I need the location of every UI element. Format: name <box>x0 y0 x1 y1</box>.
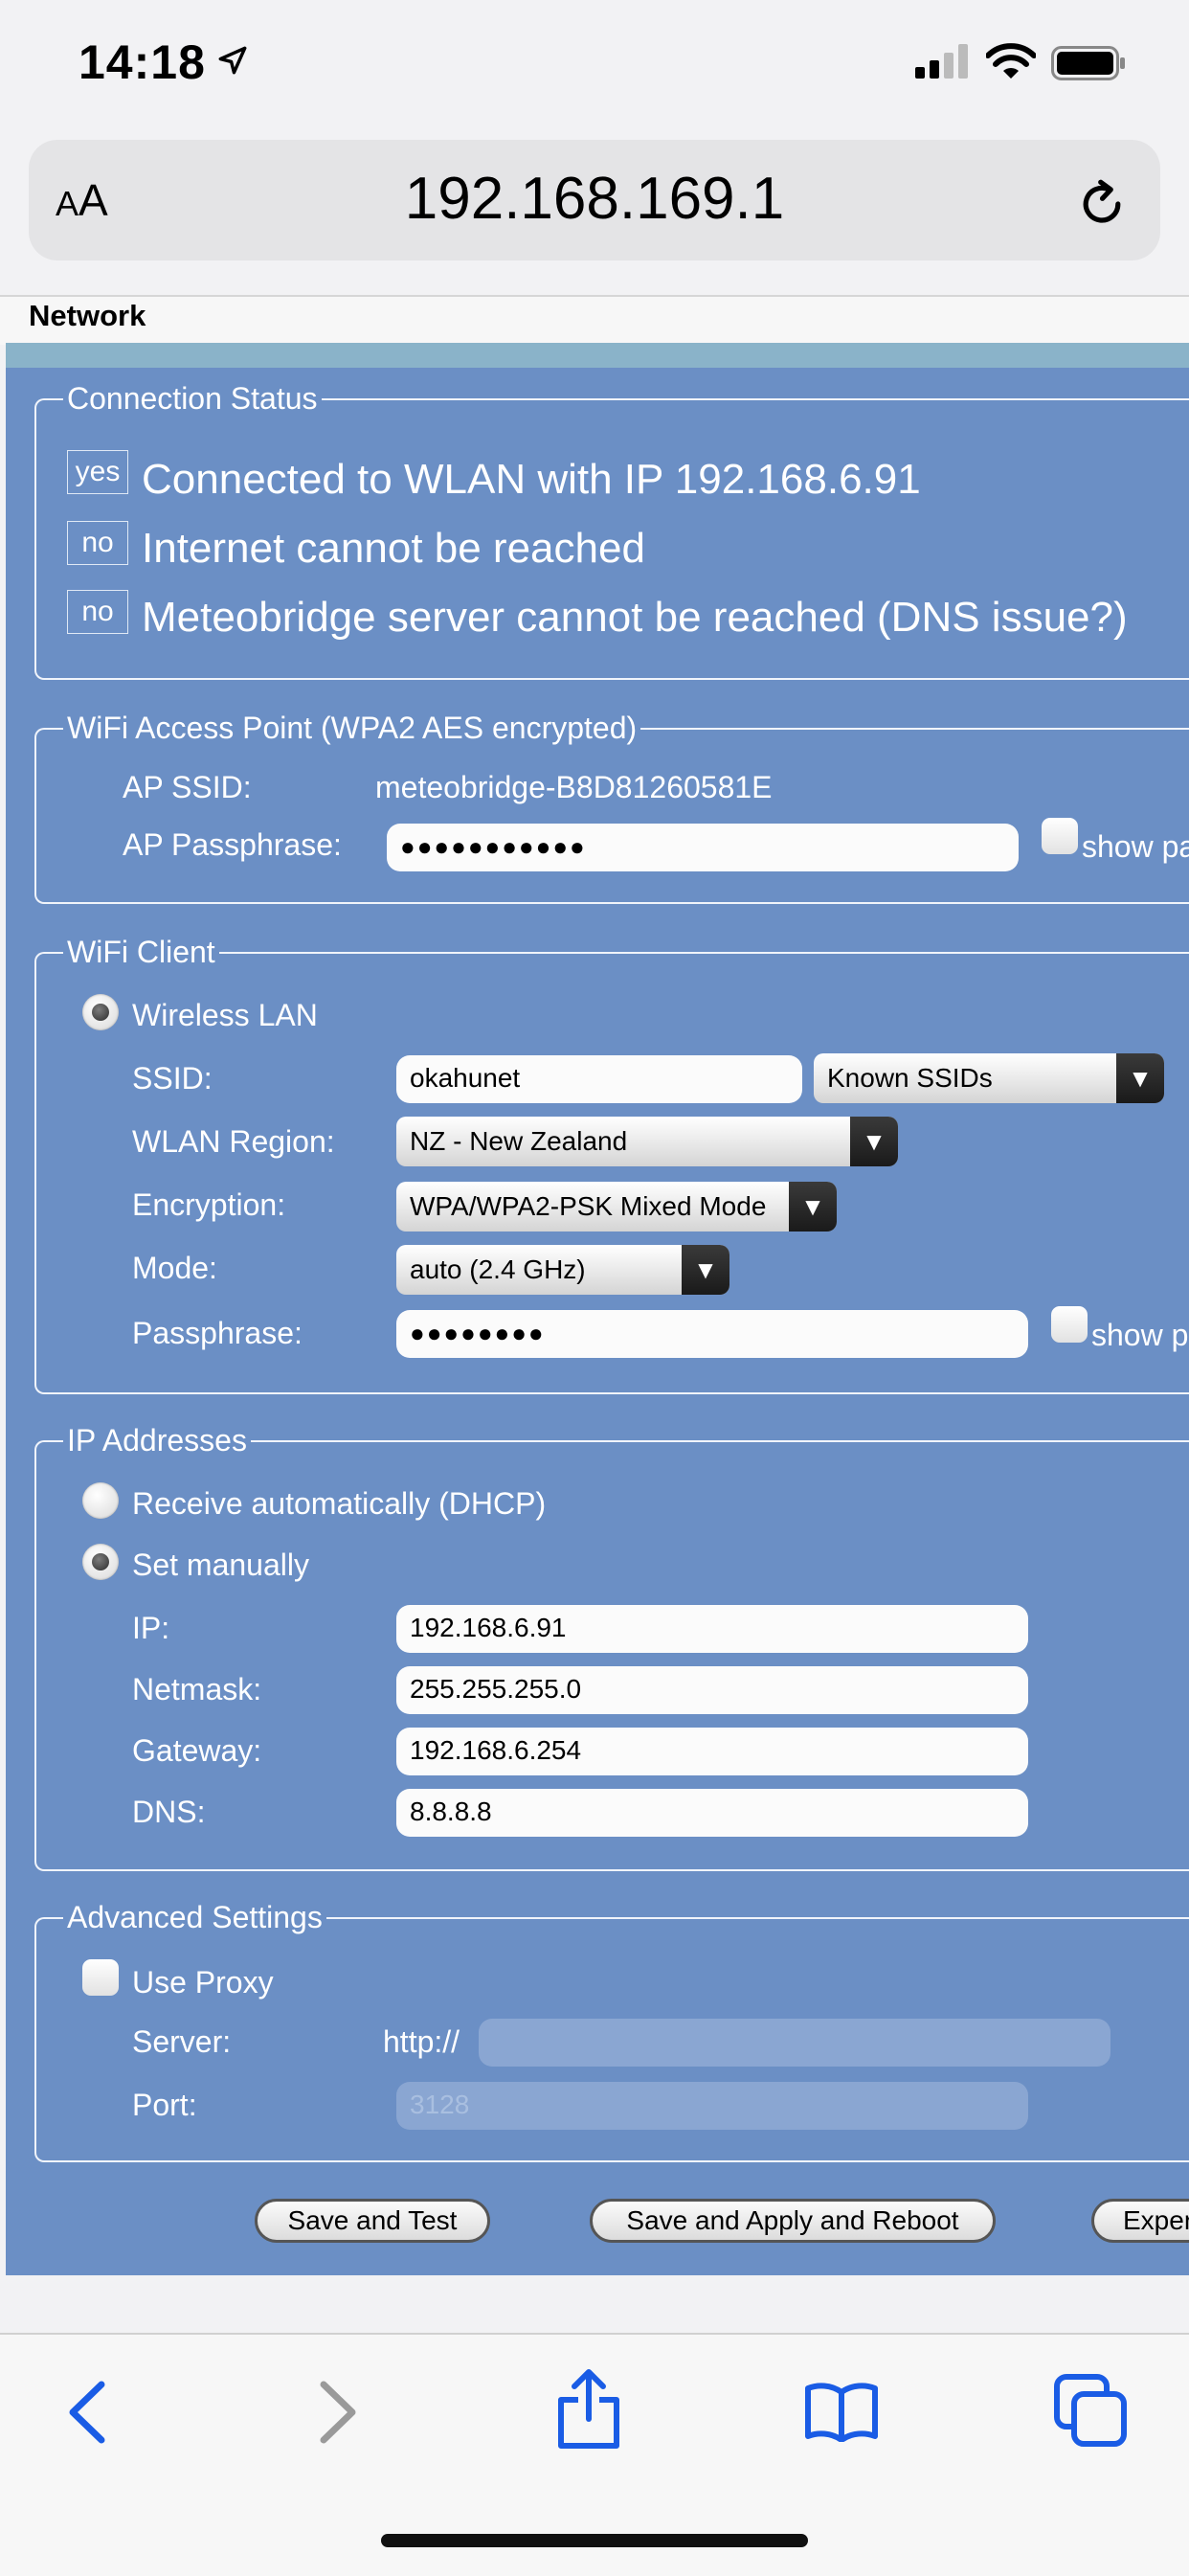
gateway-label: Gateway: <box>132 1733 262 1768</box>
chevron-down-icon: ▼ <box>789 1182 837 1232</box>
back-icon[interactable] <box>65 2381 109 2444</box>
status-text-server: Meteobridge server cannot be reached (DN… <box>142 594 1128 641</box>
page-title: Network <box>29 299 146 332</box>
port-input[interactable]: 3128 <box>396 2082 1028 2130</box>
dns-label: DNS: <box>132 1795 206 1829</box>
gateway-input[interactable]: 192.168.6.254 <box>396 1728 1028 1775</box>
status-text-internet: Internet cannot be reached <box>142 525 645 572</box>
save-apply-reboot-button[interactable]: Save and Apply and Reboot <box>590 2199 996 2243</box>
network-settings-panel: Connection Status yes Connected to WLAN … <box>6 368 1189 2275</box>
status-tag-internet: no <box>67 521 128 565</box>
ap-passphrase-label: AP Passphrase: <box>123 827 342 862</box>
netmask-label: Netmask: <box>132 1672 262 1706</box>
connection-status-legend: Connection Status <box>67 381 318 416</box>
tabs-icon[interactable] <box>1053 2373 1128 2448</box>
port-label: Port: <box>132 2088 197 2122</box>
wifi-icon <box>986 43 1036 79</box>
page-top-bar <box>6 343 1189 368</box>
show-passphrase-checkbox[interactable] <box>1051 1306 1088 1343</box>
expert-button[interactable]: Exper <box>1091 2199 1189 2243</box>
forward-icon[interactable] <box>316 2381 360 2444</box>
netmask-input[interactable]: 255.255.255.0 <box>396 1666 1028 1714</box>
access-point-legend: WiFi Access Point (WPA2 AES encrypted) <box>67 711 638 745</box>
ap-show-passphrase-checkbox[interactable] <box>1042 818 1078 854</box>
known-ssids-select[interactable]: Known SSIDs ▼ <box>814 1053 1164 1103</box>
dhcp-label: Receive automatically (DHCP) <box>132 1486 547 1521</box>
advanced-settings-legend: Advanced Settings <box>67 1900 323 1934</box>
access-point-fieldset: WiFi Access Point (WPA2 AES encrypted) <box>34 711 1189 904</box>
wifi-client-legend: WiFi Client <box>67 935 215 969</box>
ap-show-passphrase-label: show pa <box>1082 829 1189 864</box>
wlan-region-label: WLAN Region: <box>132 1124 335 1159</box>
ip-label: IP: <box>132 1611 170 1645</box>
status-tag-server: no <box>67 590 128 634</box>
passphrase-label: Passphrase: <box>132 1316 303 1350</box>
dhcp-radio[interactable] <box>82 1482 119 1519</box>
wireless-lan-label: Wireless LAN <box>132 998 318 1032</box>
ap-ssid-label: AP SSID: <box>123 770 252 804</box>
share-icon[interactable] <box>555 2367 622 2450</box>
use-proxy-label: Use Proxy <box>132 1965 274 2000</box>
cellular-signal-icon <box>915 44 968 79</box>
chevron-down-icon: ▼ <box>682 1245 729 1295</box>
server-input[interactable] <box>479 2019 1110 2067</box>
location-arrow-icon <box>218 46 247 75</box>
home-indicator <box>381 2534 808 2547</box>
server-prefix: http:// <box>383 2024 460 2059</box>
status-tag-wlan: yes <box>67 450 128 494</box>
page-header <box>0 295 1189 345</box>
set-manually-radio[interactable] <box>82 1544 119 1580</box>
server-label: Server: <box>132 2024 232 2059</box>
save-and-test-button[interactable]: Save and Test <box>255 2199 490 2243</box>
ssid-label: SSID: <box>132 1061 213 1096</box>
wlan-region-select[interactable]: NZ - New Zealand ▼ <box>396 1117 898 1166</box>
use-proxy-checkbox[interactable] <box>82 1959 119 1996</box>
ap-ssid-value: meteobridge-B8D81260581E <box>375 770 773 804</box>
status-text-wlan: Connected to WLAN with IP 192.168.6.91 <box>142 456 921 503</box>
url-text[interactable]: 192.168.169.1 <box>0 165 1189 233</box>
chevron-down-icon: ▼ <box>850 1117 898 1166</box>
wireless-lan-radio[interactable] <box>82 994 119 1030</box>
bookmarks-icon[interactable] <box>804 2381 879 2442</box>
clock: 14:18 <box>79 35 206 89</box>
mode-label: Mode: <box>132 1251 217 1285</box>
encryption-label: Encryption: <box>132 1187 286 1222</box>
battery-icon <box>1051 46 1125 80</box>
show-passphrase-label: show p <box>1091 1318 1189 1352</box>
ap-passphrase-input[interactable]: ●●●●●●●●●●● <box>387 824 1019 871</box>
dns-input[interactable]: 8.8.8.8 <box>396 1789 1028 1837</box>
chevron-down-icon: ▼ <box>1116 1053 1164 1103</box>
ip-input[interactable]: 192.168.6.91 <box>396 1605 1028 1653</box>
mode-select[interactable]: auto (2.4 GHz) ▼ <box>396 1245 729 1295</box>
reload-icon[interactable] <box>1072 174 1132 234</box>
ip-addresses-legend: IP Addresses <box>67 1423 247 1457</box>
set-manually-label: Set manually <box>132 1548 309 1582</box>
passphrase-input[interactable]: ●●●●●●●● <box>396 1310 1028 1358</box>
ssid-input[interactable]: okahunet <box>396 1055 802 1103</box>
encryption-select[interactable]: WPA/WPA2-PSK Mixed Mode ▼ <box>396 1182 837 1232</box>
